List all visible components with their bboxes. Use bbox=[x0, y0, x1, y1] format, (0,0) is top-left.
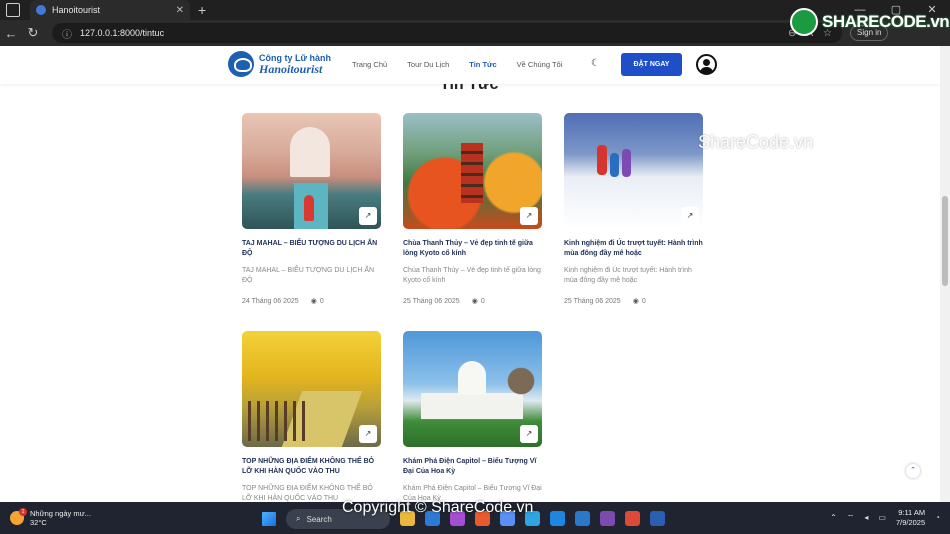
scrollbar-thumb[interactable] bbox=[942, 196, 948, 286]
news-image[interactable]: ↗ bbox=[564, 113, 703, 229]
weather-widget[interactable]: 1 Những ngày mư... 32°C bbox=[10, 508, 91, 527]
news-date: 25 Tháng 06 2025 bbox=[403, 297, 460, 305]
weather-title: Những ngày mư... bbox=[30, 509, 91, 518]
menu-item-about[interactable]: Về Chúng Tôi bbox=[517, 60, 563, 69]
news-card[interactable]: ↗ TOP NHỮNG ĐỊA ĐIỂM KHÔNG THỂ BỎ LỠ KHI… bbox=[242, 331, 381, 502]
news-meta: 24 Tháng 06 2025 ◉ 0 bbox=[242, 297, 381, 306]
news-title[interactable]: Khám Phá Điện Capitol – Biểu Tượng Vĩ Đạ… bbox=[403, 457, 542, 479]
back-icon[interactable]: ← bbox=[0, 26, 22, 41]
news-title[interactable]: TAJ MAHAL – BIỂU TƯỢNG DU LỊCH ẤN ĐỘ bbox=[242, 239, 381, 261]
book-now-button[interactable]: ĐẶT NGAY bbox=[621, 53, 682, 76]
terminal-icon[interactable] bbox=[600, 511, 615, 526]
news-meta: 25 Tháng 06 2025 ◉ 0 bbox=[564, 297, 703, 306]
news-views: 0 bbox=[641, 297, 646, 305]
site-info-icon[interactable]: ⓘ bbox=[62, 26, 72, 41]
news-image[interactable]: ↗ bbox=[403, 113, 542, 229]
news-views: 0 bbox=[319, 297, 324, 305]
news-desc: Chùa Thanh Thủy – Vẻ đẹp tinh tế giữa lò… bbox=[403, 267, 541, 285]
logo-icon bbox=[228, 51, 254, 77]
vscode-icon[interactable] bbox=[575, 511, 590, 526]
news-desc: TAJ MAHAL – BIỂU TƯỢNG DU LỊCH ẤN ĐỘ bbox=[242, 267, 375, 285]
news-title[interactable]: TOP NHỮNG ĐỊA ĐIỂM KHÔNG THỂ BỎ LỠ KHI H… bbox=[242, 457, 381, 479]
notification-icon[interactable]: ◔ bbox=[935, 513, 940, 522]
browser-icon[interactable] bbox=[550, 511, 565, 526]
eye-icon: ◉ bbox=[632, 298, 639, 305]
news-card[interactable]: ↗ TAJ MAHAL – BIỂU TƯỢNG DU LỊCH ẤN ĐỘ T… bbox=[242, 113, 381, 305]
wifi-icon[interactable]: ⌔ bbox=[847, 513, 855, 523]
watermark-text: ShareCode.vn bbox=[698, 132, 814, 152]
page-scrollbar[interactable] bbox=[940, 46, 950, 502]
close-tab-icon[interactable]: ✕ bbox=[176, 5, 184, 16]
battery-icon[interactable]: ▭ bbox=[878, 513, 886, 522]
news-date: 24 Tháng 06 2025 bbox=[242, 297, 299, 305]
open-arrow-icon[interactable]: ↗ bbox=[359, 425, 377, 443]
chrome-icon[interactable] bbox=[625, 511, 640, 526]
menu-item-home[interactable]: Trang Chủ bbox=[352, 60, 387, 69]
search-placeholder: Search bbox=[306, 514, 332, 524]
menu-item-tours[interactable]: Tour Du Lịch bbox=[407, 60, 449, 69]
news-desc: Kinh nghiệm đi Úc trượt tuyết: Hành trìn… bbox=[564, 267, 692, 285]
news-date: 25 Tháng 06 2025 bbox=[564, 297, 621, 305]
system-tray: ⌃ ⌔ ◂ ▭ 9:11 AM 7/9/2025 ◔ bbox=[830, 508, 940, 528]
news-title[interactable]: Chùa Thanh Thủy – Vẻ đẹp tinh tế giữa lò… bbox=[403, 239, 542, 261]
reload-icon[interactable]: ↻ bbox=[22, 25, 44, 41]
new-tab-icon[interactable]: + bbox=[198, 2, 206, 18]
dark-mode-icon[interactable]: ☾ bbox=[591, 58, 600, 69]
sharecode-logo-icon bbox=[790, 8, 818, 36]
eye-icon: ◉ bbox=[471, 298, 478, 305]
start-icon[interactable] bbox=[262, 512, 276, 526]
chevron-up-icon[interactable]: ⌃ bbox=[830, 513, 837, 522]
tab-favicon-icon bbox=[36, 5, 46, 15]
word-icon[interactable] bbox=[650, 511, 665, 526]
open-arrow-icon[interactable]: ↗ bbox=[520, 207, 538, 225]
volume-icon[interactable]: ◂ bbox=[864, 513, 868, 522]
news-meta: 25 Tháng 06 2025 ◉ 0 bbox=[403, 297, 542, 306]
news-image[interactable]: ↗ bbox=[242, 113, 381, 229]
user-account-icon[interactable] bbox=[696, 54, 717, 75]
open-arrow-icon[interactable]: ↗ bbox=[520, 425, 538, 443]
news-card[interactable]: ↗ Chùa Thanh Thủy – Vẻ đẹp tinh tế giữa … bbox=[403, 113, 542, 305]
page-viewport: Công ty Lữ hành Hanoitourist Trang Chủ T… bbox=[0, 46, 940, 502]
news-title[interactable]: Kinh nghiệm đi Úc trượt tuyết: Hành trìn… bbox=[564, 239, 703, 261]
tab-title: Hanoitourist bbox=[52, 5, 101, 15]
clock[interactable]: 9:11 AM 7/9/2025 bbox=[896, 508, 925, 528]
site-logo[interactable]: Công ty Lữ hành Hanoitourist bbox=[228, 51, 331, 77]
news-image[interactable]: ↗ bbox=[242, 331, 381, 447]
address-bar[interactable]: ⓘ 127.0.0.1:8000/tintuc ⊖ A ☆ bbox=[52, 23, 842, 43]
back-to-top-button[interactable]: ⌃ bbox=[906, 464, 920, 478]
weather-temp: 32°C bbox=[30, 518, 47, 527]
news-card[interactable]: ↗ Kinh nghiệm đi Úc trượt tuyết: Hành tr… bbox=[564, 113, 703, 305]
news-views: 0 bbox=[480, 297, 485, 305]
search-icon: ⌕ bbox=[296, 514, 301, 523]
weather-badge: 1 bbox=[19, 508, 27, 516]
open-arrow-icon[interactable]: ↗ bbox=[359, 207, 377, 225]
menu-item-news[interactable]: Tin Tức bbox=[469, 60, 496, 69]
copyright-watermark: Copyright © ShareCode.vn bbox=[342, 499, 534, 516]
weather-icon: 1 bbox=[10, 508, 27, 525]
sharecode-logo: SHARECODE.vn bbox=[790, 8, 950, 36]
url-text: 127.0.0.1:8000/tintuc bbox=[80, 28, 165, 38]
news-image[interactable]: ↗ bbox=[403, 331, 542, 447]
logo-line2: Hanoitourist bbox=[259, 61, 323, 76]
site-header: Công ty Lữ hành Hanoitourist Trang Chủ T… bbox=[0, 46, 940, 84]
clock-time: 9:11 AM bbox=[898, 508, 926, 517]
clock-date: 7/9/2025 bbox=[895, 517, 926, 527]
main-menu: Trang Chủ Tour Du Lịch Tin Tức Về Chúng … bbox=[352, 60, 562, 69]
browser-tab[interactable]: Hanoitourist ✕ bbox=[30, 0, 190, 20]
sharecode-logo-text: SHARECODE.vn bbox=[822, 12, 950, 31]
tab-actions-icon[interactable] bbox=[6, 3, 20, 17]
eye-icon: ◉ bbox=[310, 298, 317, 305]
news-card[interactable]: ↗ Khám Phá Điện Capitol – Biểu Tượng Vĩ … bbox=[403, 331, 542, 502]
open-arrow-icon[interactable]: ↗ bbox=[681, 207, 699, 225]
